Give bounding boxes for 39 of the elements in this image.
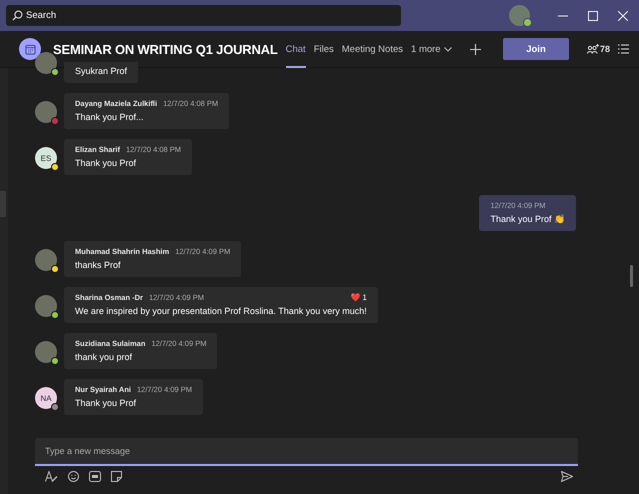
participant-count: 78 [600, 44, 610, 54]
search-field[interactable]: Search [6, 5, 401, 26]
tab[interactable]: Chat [286, 30, 306, 68]
emoji-icon[interactable] [68, 471, 79, 482]
meeting-title: SEMINAR ON WRITING Q1 JOURNAL [53, 42, 278, 56]
tab[interactable]: Files [314, 30, 334, 68]
avatar-initials: NA [40, 394, 52, 402]
message-text: Syukran Prof [75, 66, 128, 76]
avatar-photo[interactable] [35, 341, 57, 363]
message-text: Thank you Prof 👏 [490, 214, 565, 224]
more-tabs-dropdown[interactable]: 1 more [411, 30, 452, 68]
message-input[interactable]: Type a new message [35, 438, 578, 466]
profile-avatar[interactable] [509, 5, 530, 26]
scrollbar-thumb[interactable] [630, 265, 633, 287]
avatar-photo[interactable] [35, 249, 57, 271]
message-text: Thank you Prof... [75, 112, 145, 122]
avatar[interactable]: NA [35, 387, 57, 409]
add-tab-icon[interactable] [470, 44, 481, 54]
chevron-icon [444, 46, 452, 52]
message-text: Thank you Prof [75, 398, 138, 408]
message-text: thank you prof [75, 352, 134, 362]
sticker-icon[interactable] [111, 471, 122, 482]
avatar-photo[interactable] [35, 295, 57, 317]
gif-icon[interactable] [89, 471, 101, 482]
message-text: Thank you Prof [75, 158, 138, 168]
message-text: We are inspired by your presentation Prof Roslina. Thank you very much! [75, 306, 367, 316]
calendar-icon [19, 38, 41, 60]
format-icon[interactable] [45, 471, 58, 482]
tab[interactable]: Meeting Notes [342, 30, 404, 68]
avatar-initials: ES [40, 154, 52, 162]
reaction[interactable]: ❤ 1 [350, 293, 367, 302]
send-icon[interactable] [561, 471, 573, 482]
participants-icon[interactable] [586, 44, 599, 54]
maximize-icon[interactable] [588, 10, 598, 20]
close-icon[interactable] [618, 10, 628, 20]
join-button[interactable]: Join [502, 38, 569, 60]
list-icon[interactable] [618, 44, 629, 54]
avatar[interactable]: ES [35, 147, 57, 169]
message-text: thanks Prof [75, 260, 122, 270]
